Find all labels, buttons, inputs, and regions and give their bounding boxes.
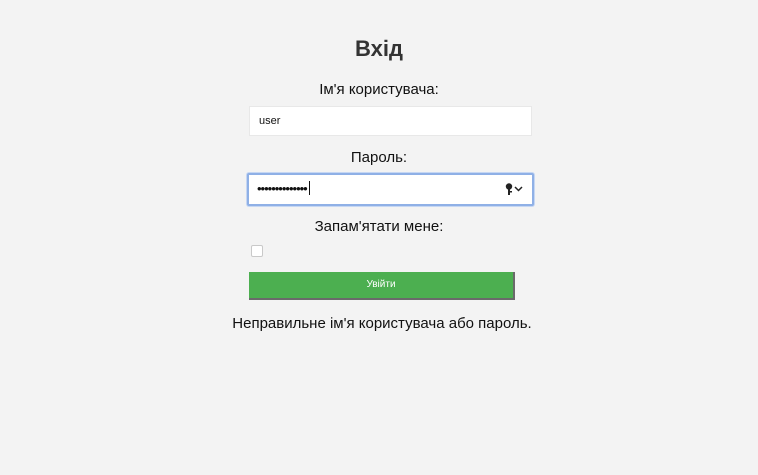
error-message: Неправильне ім'я користувача або пароль. [232,315,532,332]
login-form: Вхід Ім'я користувача: user Пароль: ••••… [0,0,758,475]
username-label: Ім'я користувача: [319,81,439,98]
password-manager-button[interactable] [504,182,524,196]
password-value: •••••••••••••• [257,181,310,196]
password-label: Пароль: [350,149,408,166]
remember-me-label: Запам'ятати мене: [314,218,444,235]
remember-me-checkbox[interactable] [251,245,263,257]
key-dropdown-icon [505,183,523,195]
login-button[interactable]: Увійти [249,272,515,300]
page-title: Вхід [355,36,403,61]
text-caret [308,181,310,195]
username-field[interactable]: user [249,106,532,136]
username-value: user [259,115,281,127]
password-field[interactable]: •••••••••••••• [247,173,534,206]
